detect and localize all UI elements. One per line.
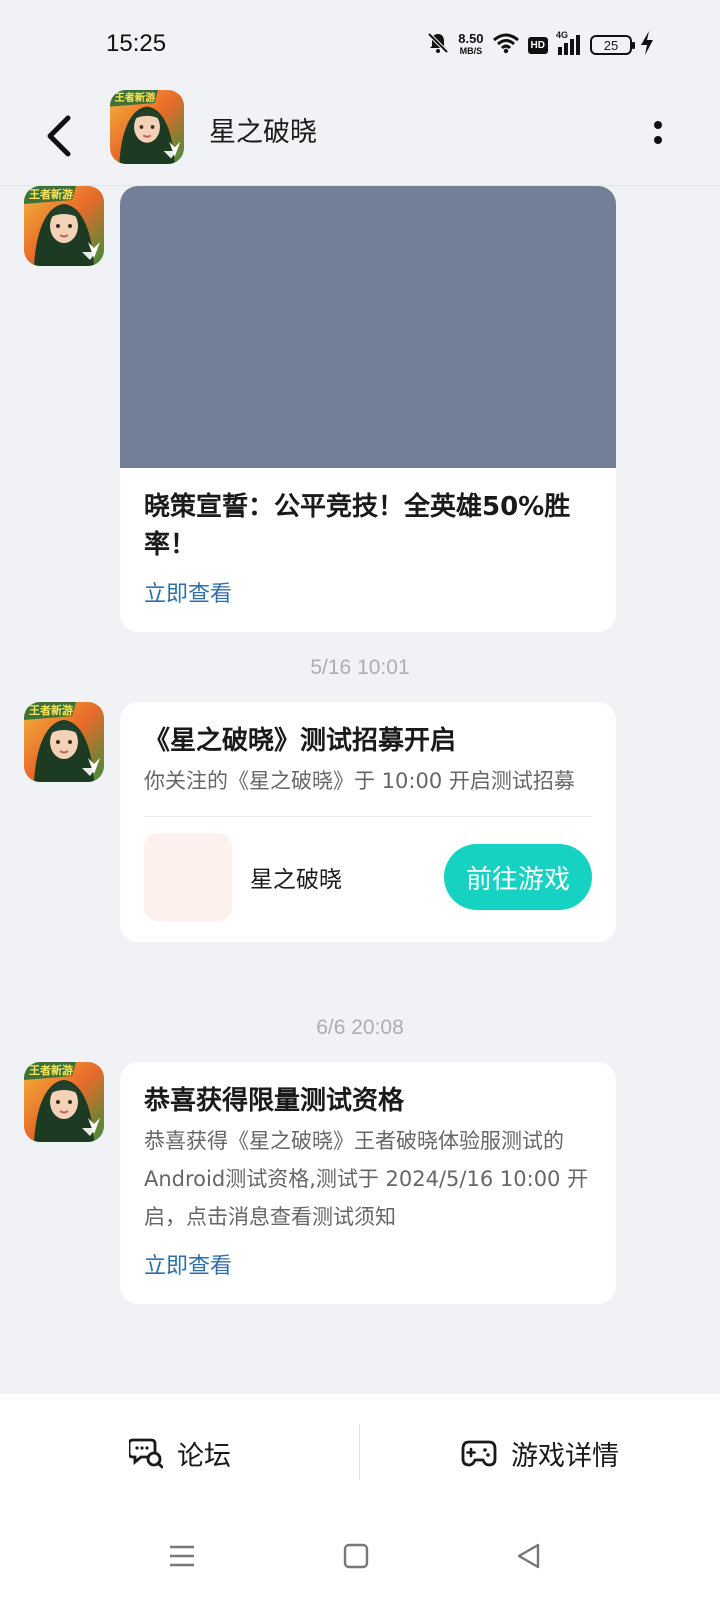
mute-bell-icon bbox=[426, 31, 450, 59]
tab-game-detail-label: 游戏详情 bbox=[511, 1440, 619, 1472]
message-title: 晓策宣誓：公平竞技！全英雄50%胜率！ bbox=[144, 492, 571, 560]
chat-header: 星之破晓 bbox=[0, 90, 720, 186]
message-description: 你关注的《星之破晓》于 10:00 开启测试招募 bbox=[144, 769, 575, 793]
tab-game-detail[interactable]: 游戏详情 bbox=[360, 1394, 720, 1512]
charging-icon bbox=[640, 31, 654, 59]
wifi-icon bbox=[492, 32, 520, 58]
message-timestamp: 6/6 20:08 bbox=[316, 1016, 404, 1039]
back-button[interactable] bbox=[38, 108, 78, 164]
page-title: 星之破晓 bbox=[209, 117, 317, 148]
menu-lines-icon bbox=[170, 1545, 194, 1567]
more-dot-icon bbox=[654, 120, 662, 129]
bottom-tab-bar: 论坛 游戏详情 bbox=[0, 1394, 720, 1512]
card-banner-image[interactable] bbox=[120, 186, 616, 468]
cellular-signal-icon: 4G bbox=[556, 30, 582, 57]
sender-avatar[interactable] bbox=[24, 1062, 104, 1142]
game-thumbnail bbox=[144, 832, 232, 921]
battery-indicator: 25 bbox=[590, 35, 635, 55]
game-row[interactable]: 星之破晓 前往游戏 bbox=[144, 816, 592, 921]
message-title: 恭喜获得限量测试资格 bbox=[144, 1086, 405, 1116]
more-options-button[interactable] bbox=[646, 112, 670, 152]
status-time: 15:25 bbox=[106, 30, 167, 57]
more-dot-icon bbox=[654, 135, 662, 144]
tab-forum-label: 论坛 bbox=[177, 1440, 231, 1472]
message-description: 恭喜获得《星之破晓》王者破晓体验服测试的Android测试资格,测试于 2024… bbox=[144, 1129, 589, 1229]
square-home-icon bbox=[343, 1543, 369, 1569]
message-card[interactable]: 晓策宣誓：公平竞技！全英雄50%胜率！ 立即查看 bbox=[120, 186, 616, 632]
go-to-game-button[interactable]: 前往游戏 bbox=[444, 844, 592, 910]
status-bar: 15:25 8.50 MB/S HD 4G 25 bbox=[0, 0, 720, 90]
message-card[interactable]: 恭喜获得限量测试资格 恭喜获得《星之破晓》王者破晓体验服测试的Android测试… bbox=[120, 1062, 616, 1304]
forum-chat-icon bbox=[129, 1438, 163, 1469]
gamepad-icon bbox=[461, 1440, 497, 1467]
network-speed-value: 8.50 bbox=[458, 31, 484, 46]
message-title: 《星之破晓》测试招募开启 bbox=[144, 726, 457, 756]
game-avatar[interactable] bbox=[110, 90, 184, 164]
tab-forum[interactable]: 论坛 bbox=[0, 1394, 360, 1512]
view-now-link[interactable]: 立即查看 bbox=[144, 1248, 592, 1280]
network-speed: 8.50 MB/S bbox=[458, 31, 484, 57]
home-button[interactable] bbox=[334, 1534, 378, 1578]
sender-avatar[interactable] bbox=[24, 702, 104, 782]
status-icons: 8.50 MB/S HD 4G 25 bbox=[426, 30, 654, 60]
system-back-button[interactable] bbox=[506, 1534, 550, 1578]
triangle-back-icon bbox=[517, 1543, 540, 1569]
message-card[interactable]: 《星之破晓》测试招募开启 你关注的《星之破晓》于 10:00 开启测试招募 星之… bbox=[120, 702, 616, 942]
sender-avatar[interactable] bbox=[24, 186, 104, 266]
network-speed-unit: MB/S bbox=[459, 46, 483, 56]
chevron-left-icon bbox=[47, 115, 71, 157]
message-timestamp: 5/16 10:01 bbox=[310, 656, 410, 679]
menu-button[interactable] bbox=[160, 1534, 204, 1578]
system-nav-bar bbox=[0, 1512, 720, 1600]
hd-badge: HD bbox=[527, 36, 548, 54]
game-name: 星之破晓 bbox=[250, 866, 342, 893]
view-now-link[interactable]: 立即查看 bbox=[144, 576, 592, 608]
